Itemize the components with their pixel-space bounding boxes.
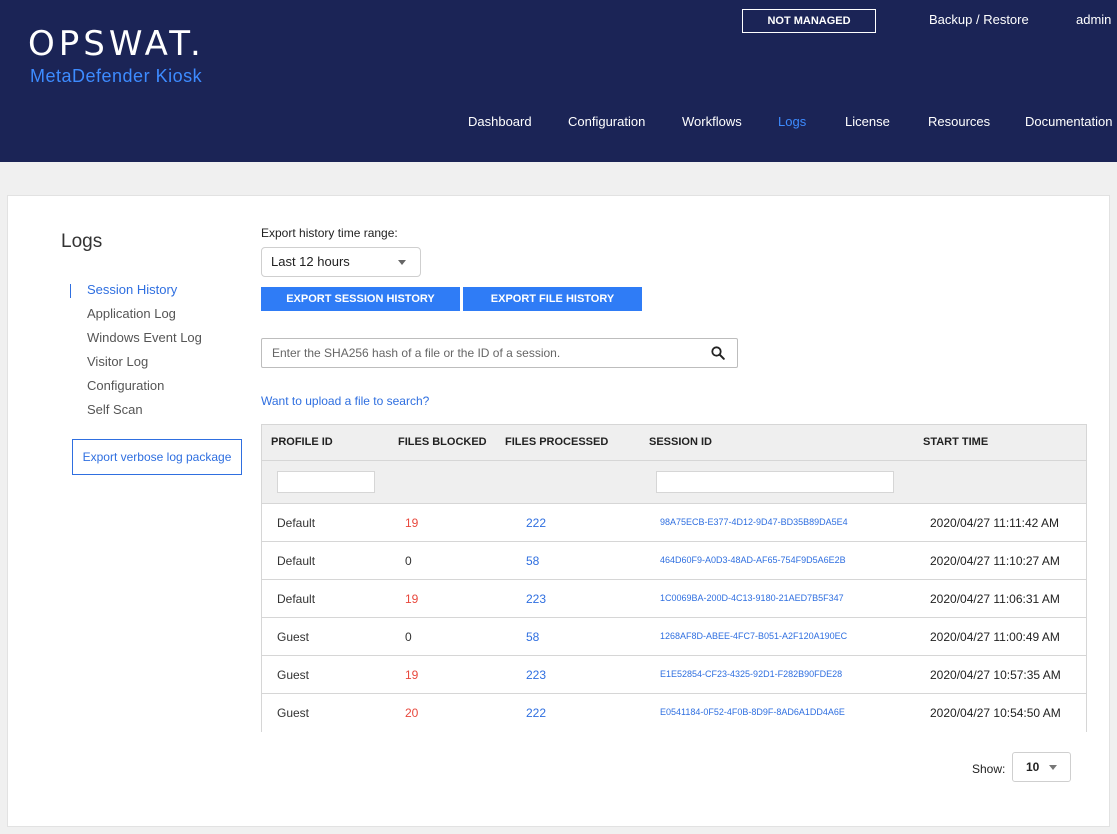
files-processed-link[interactable]: 58 — [526, 554, 539, 568]
profile-id-filter-input[interactable] — [277, 471, 375, 493]
time-range-select[interactable]: Last 12 hours — [261, 247, 421, 277]
sidebar-item-visitor-log[interactable]: Visitor Log — [87, 354, 148, 369]
page-size-select[interactable]: 10 — [1012, 752, 1071, 782]
page-title: Logs — [61, 231, 103, 252]
sidebar-item-self-scan[interactable]: Self Scan — [87, 402, 143, 417]
files-processed-link[interactable]: 58 — [526, 630, 539, 644]
session-history-table: PROFILE ID FILES BLOCKED FILES PROCESSED… — [261, 424, 1087, 732]
files-processed-link[interactable]: 222 — [526, 516, 546, 530]
nav-workflows[interactable]: Workflows — [682, 114, 742, 129]
start-time-cell: 2020/04/27 11:06:31 AM — [930, 592, 1060, 606]
session-id-filter-input[interactable] — [656, 471, 894, 493]
files-blocked-cell: 19 — [405, 516, 419, 530]
sidebar-item-application-log[interactable]: Application Log — [87, 306, 176, 321]
export-file-history-button[interactable]: EXPORT FILE HISTORY — [463, 287, 642, 311]
session-id-link[interactable]: 98A75ECB-E377-4D12-9D47-BD35B89DA5E4 — [660, 517, 848, 527]
sidebar-item-configuration[interactable]: Configuration — [87, 378, 164, 393]
chevron-down-icon — [1049, 765, 1057, 770]
chevron-down-icon — [398, 260, 406, 265]
top-header: OPSWAT. MetaDefender Kiosk NOT MANAGED B… — [0, 0, 1117, 162]
start-time-cell: 2020/04/27 11:00:49 AM — [930, 630, 1060, 644]
start-time-cell: 2020/04/27 10:54:50 AM — [930, 706, 1061, 720]
files-processed-link[interactable]: 222 — [526, 706, 546, 720]
table-row[interactable]: Default 0 58 464D60F9-A0D3-48AD-AF65-754… — [262, 542, 1086, 580]
export-range-label: Export history time range: — [261, 226, 398, 240]
session-id-link[interactable]: 464D60F9-A0D3-48AD-AF65-754F9D5A6E2B — [660, 555, 846, 565]
files-processed-link[interactable]: 223 — [526, 592, 546, 606]
start-time-cell: 2020/04/27 11:10:27 AM — [930, 554, 1060, 568]
files-blocked-cell: 19 — [405, 592, 419, 606]
nav-dashboard[interactable]: Dashboard — [468, 114, 532, 129]
nav-documentation[interactable]: Documentation — [1025, 114, 1112, 129]
column-header-start-time[interactable]: START TIME — [923, 436, 988, 448]
table-row[interactable]: Guest 0 58 1268AF8D-ABEE-4FC7-B051-A2F12… — [262, 618, 1086, 656]
opswat-logo[interactable]: OPSWAT. — [28, 24, 205, 64]
start-time-cell: 2020/04/27 11:11:42 AM — [930, 516, 1059, 530]
sidebar-item-windows-event-log[interactable]: Windows Event Log — [87, 330, 202, 345]
nav-logs[interactable]: Logs — [778, 114, 806, 129]
session-id-link[interactable]: 1C0069BA-200D-4C13-9180-21AED7B5F347 — [660, 593, 844, 603]
files-blocked-cell: 0 — [405, 630, 412, 644]
user-menu[interactable]: admin — [1076, 12, 1111, 27]
files-blocked-cell: 0 — [405, 554, 412, 568]
files-blocked-cell: 20 — [405, 706, 419, 720]
profile-id-cell: Default — [277, 554, 316, 568]
sidebar-item-session-history[interactable]: Session History — [87, 282, 177, 297]
profile-id-cell: Default — [277, 516, 316, 530]
profile-id-cell: Guest — [277, 630, 310, 644]
time-range-value: Last 12 hours — [271, 254, 350, 269]
hash-search-box — [261, 338, 738, 368]
files-processed-link[interactable]: 223 — [526, 668, 546, 682]
filter-row — [262, 461, 1086, 504]
export-session-history-button[interactable]: EXPORT SESSION HISTORY — [261, 287, 460, 311]
page-size-value: 10 — [1026, 760, 1040, 774]
column-header-files-processed[interactable]: FILES PROCESSED — [505, 436, 608, 448]
nav-configuration[interactable]: Configuration — [568, 114, 645, 129]
table-row[interactable]: Guest 20 222 E0541184-0F52-4F0B-8D9F-8AD… — [262, 694, 1086, 732]
page-size-label: Show: — [972, 762, 1006, 776]
column-header-profile-id[interactable]: PROFILE ID — [271, 436, 333, 448]
export-verbose-log-button[interactable]: Export verbose log package — [72, 439, 242, 475]
table-row[interactable]: Guest 19 223 E1E52854-CF23-4325-92D1-F28… — [262, 656, 1086, 694]
profile-id-cell: Guest — [277, 668, 310, 682]
backup-restore-link[interactable]: Backup / Restore — [929, 12, 1029, 27]
nav-license[interactable]: License — [845, 114, 890, 129]
session-id-link[interactable]: 1268AF8D-ABEE-4FC7-B051-A2F120A190EC — [660, 631, 847, 641]
column-header-session-id[interactable]: SESSION ID — [649, 436, 712, 448]
management-status-badge[interactable]: NOT MANAGED — [742, 9, 876, 33]
search-icon[interactable] — [711, 346, 725, 360]
start-time-cell: 2020/04/27 10:57:35 AM — [930, 668, 1061, 682]
nav-resources[interactable]: Resources — [928, 114, 990, 129]
profile-id-cell: Guest — [277, 706, 310, 720]
product-name: MetaDefender Kiosk — [30, 66, 203, 86]
search-input[interactable] — [262, 339, 702, 367]
profile-id-cell: Default — [277, 592, 316, 606]
column-header-files-blocked[interactable]: FILES BLOCKED — [398, 436, 487, 448]
active-indicator — [70, 284, 71, 298]
table-row[interactable]: Default 19 223 1C0069BA-200D-4C13-9180-2… — [262, 580, 1086, 618]
files-blocked-cell: 19 — [405, 668, 419, 682]
session-id-link[interactable]: E1E52854-CF23-4325-92D1-F282B90FDE28 — [660, 669, 842, 679]
upload-file-link[interactable]: Want to upload a file to search? — [261, 394, 429, 408]
table-row[interactable]: Default 19 222 98A75ECB-E377-4D12-9D47-B… — [262, 504, 1086, 542]
table-header: PROFILE ID FILES BLOCKED FILES PROCESSED… — [262, 425, 1086, 461]
session-id-link[interactable]: E0541184-0F52-4F0B-8D9F-8AD6A1DD4A6E — [660, 707, 845, 717]
